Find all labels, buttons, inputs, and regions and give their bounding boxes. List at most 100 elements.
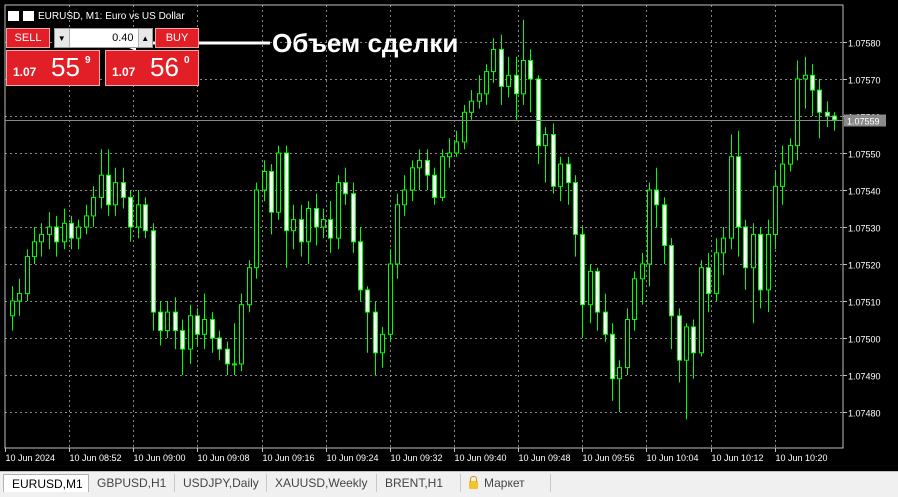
sell-price-prefix: 1.07: [13, 65, 37, 79]
y-tick-label: 1.07570: [848, 76, 881, 86]
candle-body: [10, 300, 15, 317]
candle-body: [810, 74, 815, 91]
x-tick-label: 10 Jun 09:40: [455, 453, 507, 463]
candle-body: [788, 145, 793, 165]
candle-body: [669, 245, 674, 317]
current-price-label: 1.07559: [847, 117, 880, 127]
candle-body: [136, 204, 141, 228]
candle-body: [706, 267, 711, 295]
candle-body: [751, 233, 756, 269]
sell-price-pips: 55: [51, 52, 80, 82]
y-tick-label: 1.07520: [848, 261, 881, 271]
candle-body: [447, 152, 452, 158]
candle-body: [151, 230, 156, 313]
candle-body: [491, 48, 496, 73]
candle-body: [477, 93, 482, 102]
candle-body: [462, 111, 467, 143]
y-tick-label: 1.07580: [848, 39, 881, 49]
candle-body: [440, 156, 445, 198]
candle-body: [276, 152, 281, 213]
candle-body: [69, 222, 74, 239]
candle-body: [343, 182, 348, 195]
candle-body: [832, 115, 837, 121]
tab-label: EURUSD,M1: [12, 476, 83, 491]
candle-body: [299, 219, 304, 243]
x-tick-label: 10 Jun 09:56: [583, 453, 635, 463]
y-tick-label: 1.07540: [848, 187, 881, 197]
x-tick-label: 10 Jun 2024: [6, 453, 56, 463]
candle-body: [232, 363, 237, 366]
candle-body: [380, 333, 385, 354]
volume-decrease-button[interactable]: ▼: [55, 29, 70, 47]
candle-body: [54, 226, 59, 243]
y-tick-label: 1.07490: [848, 372, 881, 382]
tab-brent-h1[interactable]: BRENT,H1: [377, 474, 461, 492]
y-tick-label: 1.07500: [848, 335, 881, 345]
candle-body: [291, 219, 296, 232]
candle-body: [558, 163, 563, 187]
tab-gbpusd-h1[interactable]: GBPUSD,H1: [89, 474, 175, 492]
x-tick-label: 10 Jun 10:20: [776, 453, 828, 463]
candle-body: [262, 171, 267, 191]
candle-body: [580, 233, 585, 306]
candle-body: [202, 319, 207, 335]
x-tick-label: 10 Jun 08:52: [70, 453, 122, 463]
candle-body: [521, 60, 526, 95]
buy-price-fraction: 0: [184, 55, 190, 66]
candle-body: [76, 226, 81, 239]
candle-body: [328, 219, 333, 239]
arrow-up-icon: ▲: [141, 33, 150, 43]
candle-body: [684, 326, 689, 361]
candle-body: [528, 60, 533, 80]
one-click-trading-panel: SELL ▼ ▲ BUY 1.07 55 9 1.07 56 0: [6, 28, 199, 86]
candle-body: [210, 319, 215, 339]
y-tick-label: 1.07510: [848, 298, 881, 308]
candle-body: [91, 196, 96, 217]
buy-button[interactable]: BUY: [155, 28, 199, 48]
sell-price-button[interactable]: 1.07 55 9: [6, 50, 100, 86]
candle-body: [625, 319, 630, 369]
x-tick-label: 10 Jun 09:08: [198, 453, 250, 463]
volume-annotation-label: Объем сделки: [272, 28, 459, 58]
tab-market[interactable]: Маркет: [461, 474, 551, 492]
candle-body: [662, 204, 667, 247]
buy-price-prefix: 1.07: [112, 65, 136, 79]
candle-body: [32, 241, 37, 258]
candle-body: [180, 330, 185, 350]
tab-eurusd-m1[interactable]: EURUSD,M1: [3, 474, 89, 492]
candle-body: [640, 263, 645, 280]
candle-body: [573, 182, 578, 235]
tab-usdjpy-daily[interactable]: USDJPY,Daily: [175, 474, 267, 492]
candle-body: [729, 156, 734, 239]
candle-body: [84, 215, 89, 228]
candle-body: [551, 134, 556, 187]
candle-body: [47, 226, 52, 235]
candle-body: [239, 304, 244, 365]
volume-increase-button[interactable]: ▲: [137, 29, 152, 47]
candle-body: [417, 159, 422, 169]
tab-label: USDJPY,Daily: [183, 476, 259, 490]
candle-body: [454, 141, 459, 154]
volume-input[interactable]: [69, 32, 138, 44]
candle-body: [654, 189, 659, 206]
y-tick-label: 1.07550: [848, 150, 881, 160]
candle-body: [469, 100, 474, 113]
candle-body: [314, 208, 319, 228]
chart-title-bar: EURUSD, M1: Euro vs US Dollar: [8, 8, 185, 24]
candle-body: [588, 270, 593, 306]
candle-body: [780, 163, 785, 187]
sell-price-fraction: 9: [85, 55, 91, 66]
candle-body: [195, 315, 200, 335]
sell-button[interactable]: SELL: [6, 28, 50, 48]
candle-body: [106, 174, 111, 206]
candle-body: [336, 182, 341, 239]
volume-stepper[interactable]: ▼ ▲: [54, 28, 153, 48]
candle-body: [128, 196, 133, 228]
candle-body: [432, 174, 437, 198]
candle-body: [425, 159, 430, 176]
tab-xauusd-weekly[interactable]: XAUUSD,Weekly: [267, 474, 377, 492]
candle-body: [402, 189, 407, 206]
candle-body: [647, 189, 652, 265]
buy-price-button[interactable]: 1.07 56 0: [105, 50, 199, 86]
candle-body: [113, 182, 118, 206]
